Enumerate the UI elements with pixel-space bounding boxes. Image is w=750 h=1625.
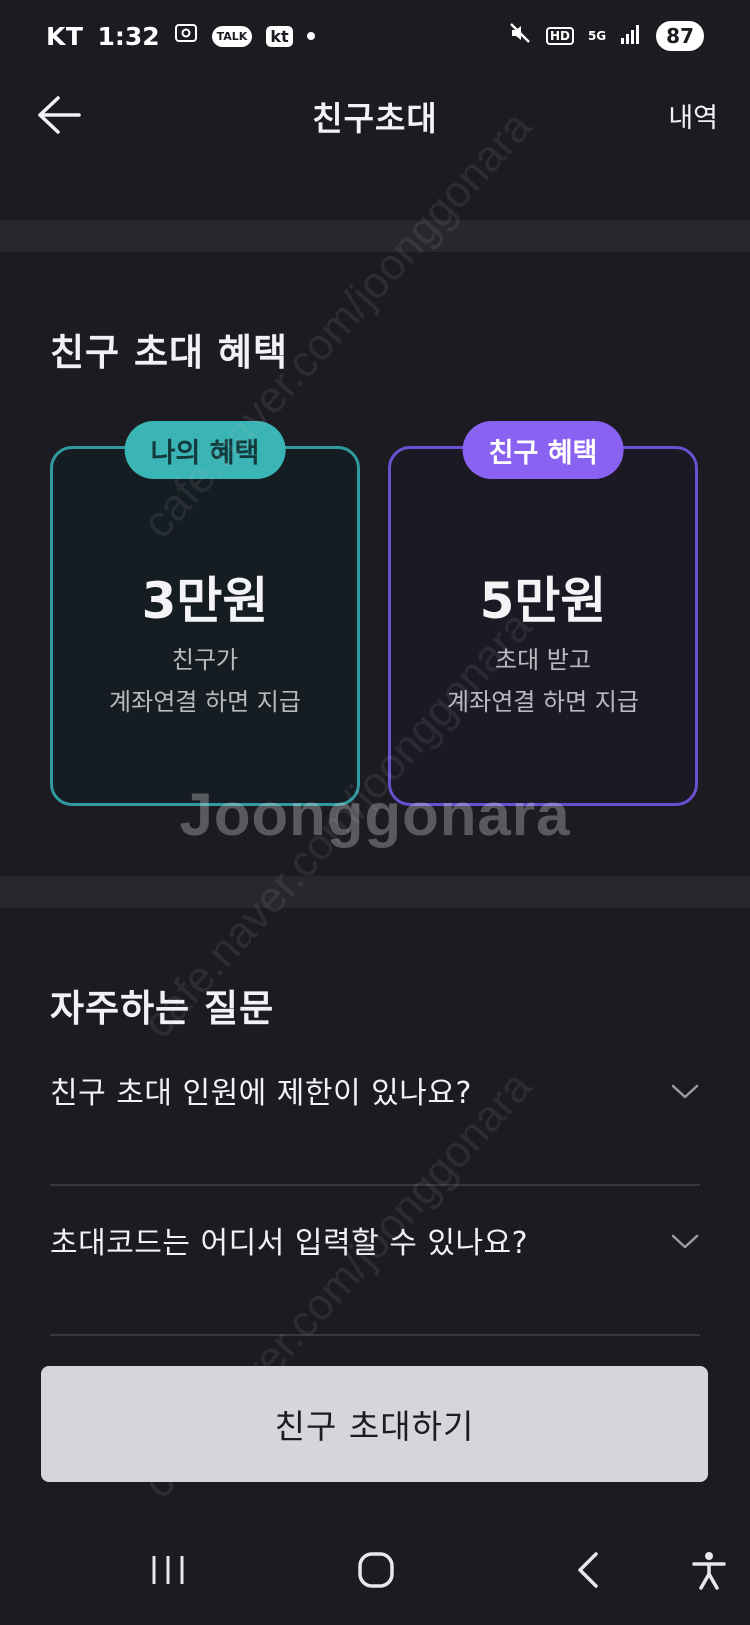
system-nav-bar (0, 1520, 750, 1625)
section-divider (0, 220, 750, 252)
friend-benefit-badge: 친구 혜택 (462, 421, 624, 479)
friend-benefit-amount: 5만원 (479, 572, 607, 630)
my-benefit-amount: 3만원 (141, 572, 269, 630)
friend-benefit-description: 초대 받고 계좌연결 하면 지급 (391, 639, 695, 723)
status-left: KT 1:32 TALK kt (46, 22, 315, 51)
kt-app-icon: kt (266, 25, 293, 47)
invite-friend-button[interactable]: 친구 초대하기 (41, 1366, 708, 1482)
network-5g-icon: 5G (587, 29, 607, 43)
friend-benefit-desc-line1: 초대 받고 (495, 646, 591, 674)
my-benefit-description: 친구가 계좌연결 하면 지급 (53, 639, 357, 723)
kakaotalk-icon: TALK (211, 25, 253, 47)
accessibility-button[interactable] (690, 1550, 728, 1590)
faq-item[interactable]: 초대코드는 어디서 입력할 수 있나요? (50, 1186, 700, 1336)
chevron-down-icon (671, 1084, 699, 1099)
screenshot-icon (174, 22, 198, 50)
accessibility-icon (692, 1552, 726, 1590)
friend-benefit-card: 친구 혜택 5만원 초대 받고 계좌연결 하면 지급 (388, 421, 698, 806)
nav-home-button[interactable] (356, 1550, 396, 1590)
recent-apps-icon (152, 1556, 184, 1584)
app-header: 친구초대 내역 (0, 72, 750, 220)
hd-voice-icon: HD (545, 27, 574, 45)
my-benefit-desc-line2: 계좌연결 하면 지급 (109, 688, 301, 716)
faq-title: 자주하는 질문 (50, 987, 275, 1030)
mute-icon (508, 21, 532, 51)
my-benefit-card: 나의 혜택 3만원 친구가 계좌연결 하면 지급 (50, 421, 360, 806)
history-link[interactable]: 내역 (668, 96, 718, 135)
nav-recent-apps-button[interactable] (148, 1550, 188, 1590)
page-title: 친구초대 (312, 99, 438, 138)
home-icon (358, 1552, 394, 1588)
nav-back-icon (578, 1552, 598, 1588)
benefits-title: 친구 초대 혜택 (50, 331, 289, 374)
friend-benefit-desc-line2: 계좌연결 하면 지급 (447, 688, 639, 716)
status-right: HD 5G 87 (508, 21, 704, 51)
notification-dot-icon (306, 32, 315, 40)
chevron-down-icon (671, 1234, 699, 1249)
my-benefit-badge: 나의 혜택 (124, 421, 286, 479)
signal-icon (620, 22, 642, 51)
faq-item[interactable]: 친구 초대 인원에 제한이 있나요? (50, 1036, 700, 1186)
clock: 1:32 (97, 21, 160, 51)
faq-question: 친구 초대 인원에 제한이 있나요? (50, 1076, 472, 1111)
nav-back-button[interactable] (570, 1550, 610, 1590)
status-bar: KT 1:32 TALK kt HD 5G 87 (0, 0, 750, 72)
section-divider (0, 876, 750, 908)
battery-indicator: 87 (656, 21, 704, 51)
carrier-label: KT (46, 21, 84, 51)
faq-question: 초대코드는 어디서 입력할 수 있나요? (50, 1226, 529, 1261)
my-benefit-desc-line1: 친구가 (171, 646, 239, 674)
